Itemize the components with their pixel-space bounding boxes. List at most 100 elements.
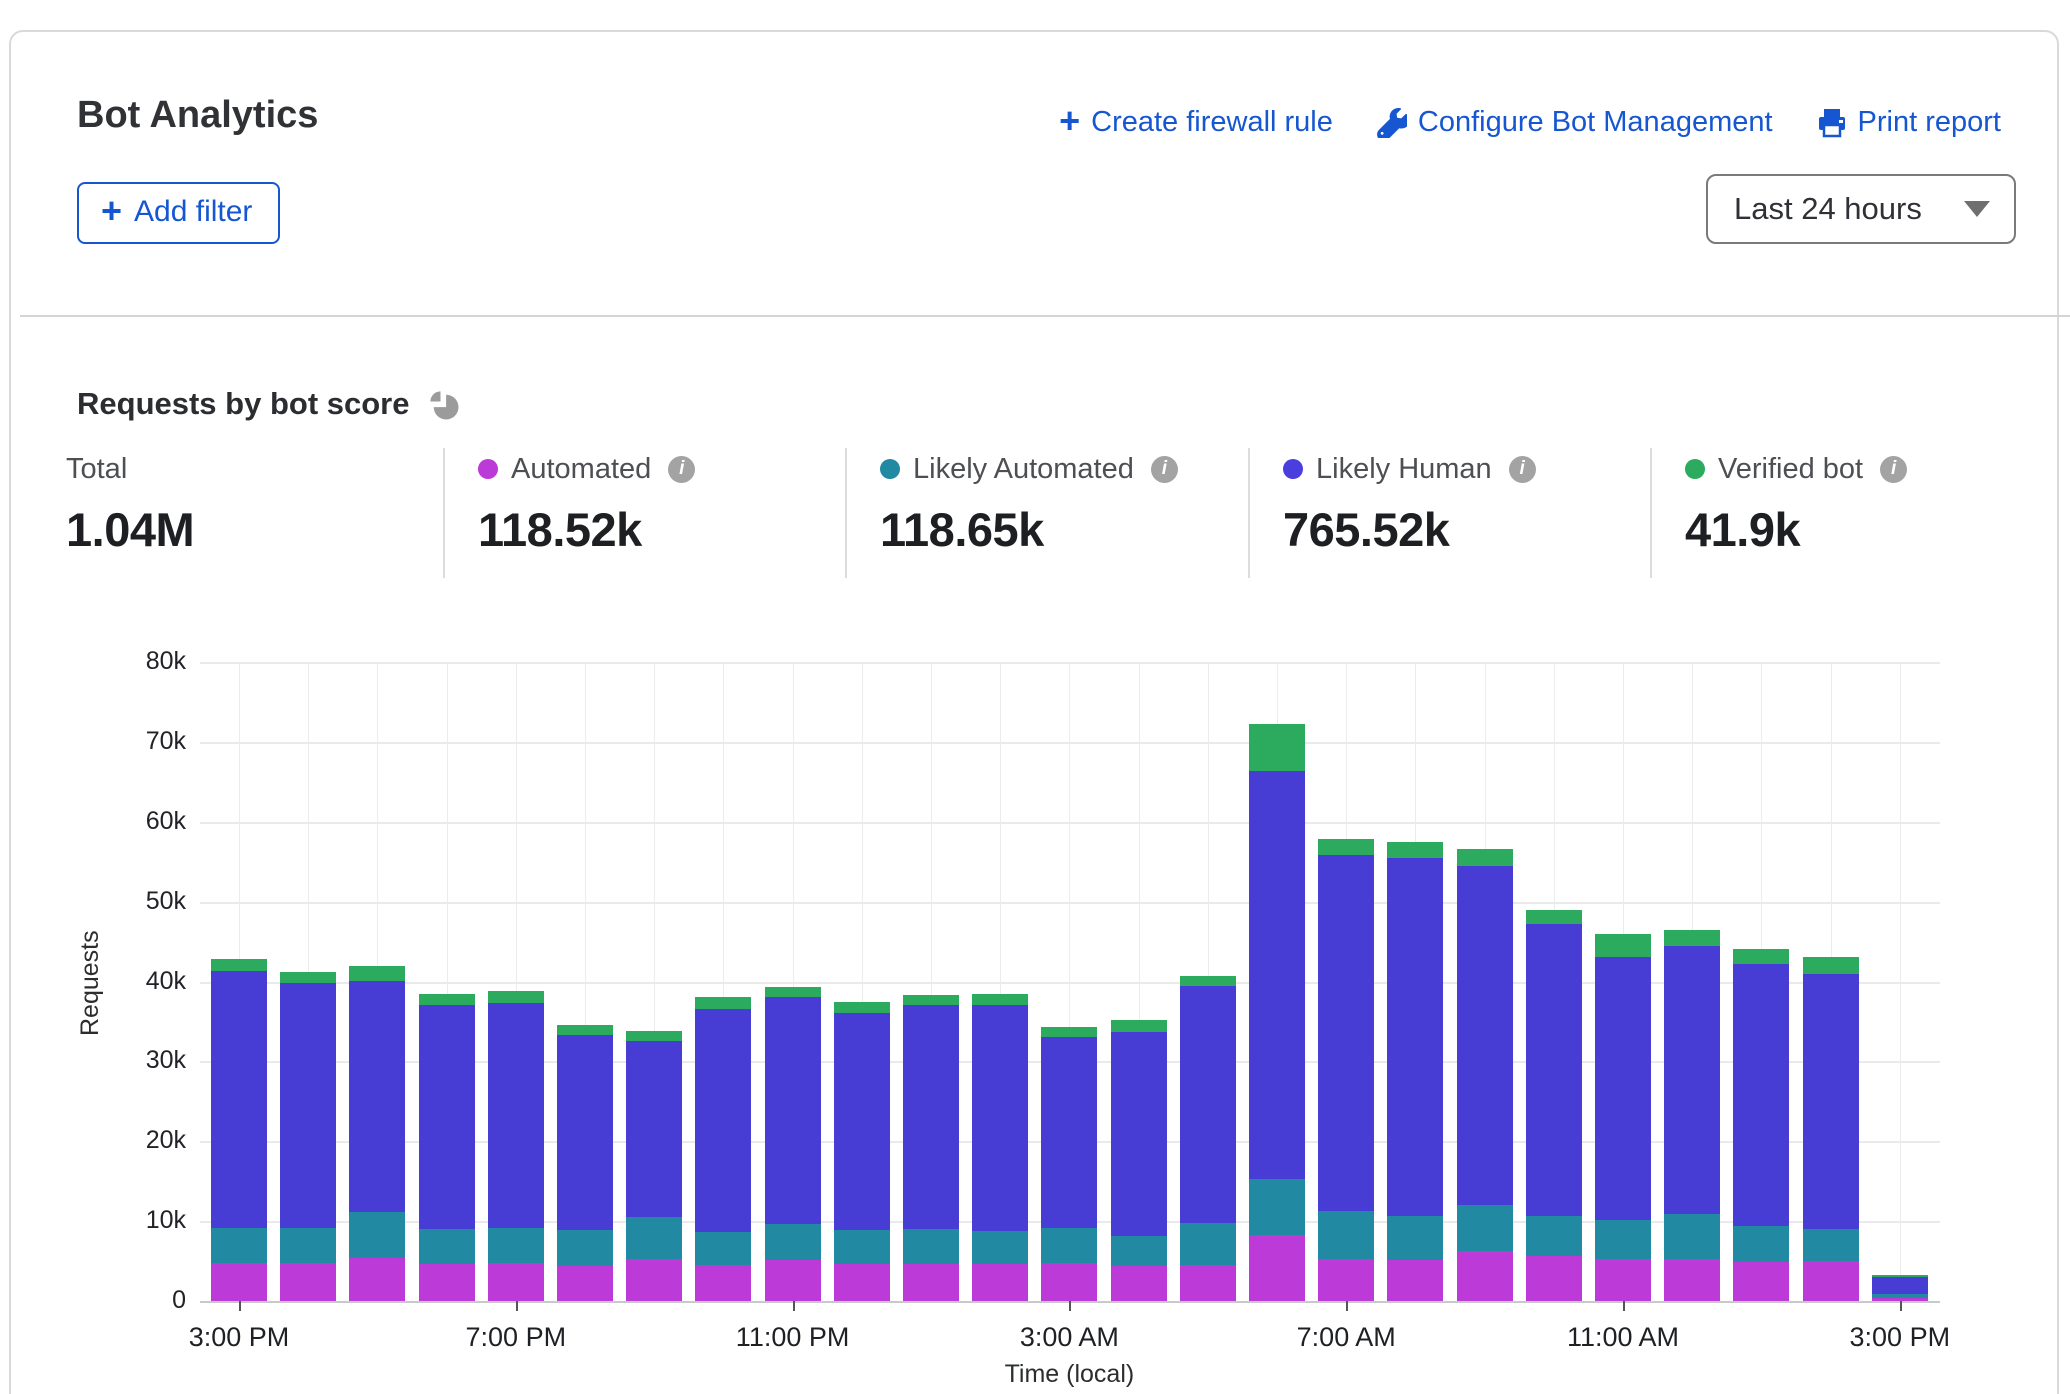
bar-10-00-pm[interactable] (695, 997, 751, 1301)
bar-segment-likely-human[interactable] (211, 971, 267, 1227)
bar-segment-automated[interactable] (1318, 1259, 1374, 1301)
bar-segment-verified-bot[interactable] (1733, 949, 1789, 964)
bar-segment-likely-human[interactable] (1526, 924, 1582, 1216)
info-icon[interactable]: i (668, 456, 695, 483)
bar-8-00-pm[interactable] (557, 1025, 613, 1301)
bar-segment-likely-human[interactable] (1803, 974, 1859, 1229)
bar-segment-likely-human[interactable] (1041, 1037, 1097, 1227)
bar-segment-likely-human[interactable] (1249, 771, 1305, 1179)
bar-5-00-pm[interactable] (349, 966, 405, 1301)
bar-segment-likely-human[interactable] (1457, 866, 1513, 1205)
bar-3-00-pm[interactable] (1872, 1275, 1928, 1301)
print-report-link[interactable]: Print report (1817, 106, 2001, 139)
bar-segment-automated[interactable] (419, 1264, 475, 1301)
bar-segment-likely-automated[interactable] (1803, 1229, 1859, 1261)
bar-5-00-am[interactable] (1180, 976, 1236, 1301)
bar-segment-likely-automated[interactable] (1249, 1179, 1305, 1235)
bar-segment-automated[interactable] (488, 1263, 544, 1301)
bar-segment-likely-human[interactable] (1595, 957, 1651, 1220)
bar-segment-verified-bot[interactable] (1111, 1020, 1167, 1032)
configure-bot-management-link[interactable]: Configure Bot Management (1377, 106, 1773, 139)
bar-2-00-pm[interactable] (1803, 957, 1859, 1301)
bar-12-00-am[interactable] (834, 1002, 890, 1301)
bar-6-00-am[interactable] (1249, 724, 1305, 1301)
bar-segment-automated[interactable] (557, 1266, 613, 1301)
bar-segment-likely-automated[interactable] (626, 1217, 682, 1259)
bar-segment-verified-bot[interactable] (1041, 1027, 1097, 1037)
bar-segment-verified-bot[interactable] (419, 994, 475, 1006)
bar-segment-likely-human[interactable] (1733, 964, 1789, 1226)
bar-segment-verified-bot[interactable] (557, 1025, 613, 1035)
bar-segment-likely-human[interactable] (1872, 1277, 1928, 1294)
bar-segment-likely-automated[interactable] (280, 1228, 336, 1263)
bar-1-00-am[interactable] (903, 995, 959, 1301)
bar-segment-likely-human[interactable] (1318, 855, 1374, 1211)
bar-segment-verified-bot[interactable] (1318, 839, 1374, 854)
info-icon[interactable]: i (1880, 456, 1907, 483)
bar-segment-verified-bot[interactable] (1387, 842, 1443, 858)
bar-segment-verified-bot[interactable] (1457, 849, 1513, 866)
bar-12-00-pm[interactable] (1664, 930, 1720, 1301)
bar-segment-likely-human[interactable] (280, 983, 336, 1227)
bar-segment-likely-automated[interactable] (1526, 1216, 1582, 1256)
bar-segment-automated[interactable] (765, 1260, 821, 1301)
bar-segment-verified-bot[interactable] (972, 994, 1028, 1004)
bar-segment-automated[interactable] (903, 1264, 959, 1301)
bar-segment-automated[interactable] (1041, 1263, 1097, 1301)
bar-segment-likely-automated[interactable] (695, 1232, 751, 1265)
bar-segment-likely-human[interactable] (834, 1013, 890, 1230)
bar-segment-automated[interactable] (626, 1259, 682, 1301)
bar-segment-automated[interactable] (1595, 1259, 1651, 1301)
bar-segment-verified-bot[interactable] (1249, 724, 1305, 770)
bar-segment-likely-automated[interactable] (1387, 1216, 1443, 1260)
bar-11-00-pm[interactable] (765, 987, 821, 1301)
bar-9-00-am[interactable] (1457, 849, 1513, 1301)
info-icon[interactable]: i (1151, 456, 1178, 483)
bar-segment-automated[interactable] (349, 1258, 405, 1301)
bar-segment-verified-bot[interactable] (488, 991, 544, 1003)
bar-11-00-am[interactable] (1595, 934, 1651, 1301)
bar-segment-likely-human[interactable] (1111, 1032, 1167, 1236)
bar-segment-likely-human[interactable] (626, 1041, 682, 1218)
bar-segment-likely-human[interactable] (1387, 858, 1443, 1217)
bar-segment-automated[interactable] (695, 1265, 751, 1301)
bar-segment-likely-automated[interactable] (557, 1230, 613, 1266)
bar-3-00-am[interactable] (1041, 1027, 1097, 1301)
bar-segment-automated[interactable] (1872, 1298, 1928, 1301)
bar-segment-likely-human[interactable] (1664, 946, 1720, 1214)
time-range-dropdown[interactable]: Last 24 hours (1706, 174, 2016, 244)
bar-segment-automated[interactable] (1180, 1265, 1236, 1301)
bar-segment-likely-automated[interactable] (419, 1229, 475, 1264)
create-firewall-rule-link[interactable]: + Create firewall rule (1059, 106, 1333, 139)
bar-segment-likely-automated[interactable] (834, 1230, 890, 1264)
bar-segment-automated[interactable] (280, 1263, 336, 1301)
bar-segment-likely-automated[interactable] (1041, 1228, 1097, 1263)
bar-segment-verified-bot[interactable] (834, 1002, 890, 1012)
bar-segment-verified-bot[interactable] (280, 972, 336, 983)
bar-segment-verified-bot[interactable] (903, 995, 959, 1005)
bar-segment-likely-automated[interactable] (903, 1229, 959, 1264)
bar-segment-verified-bot[interactable] (626, 1031, 682, 1041)
bar-segment-verified-bot[interactable] (1526, 910, 1582, 924)
bar-segment-likely-automated[interactable] (972, 1231, 1028, 1265)
bar-7-00-pm[interactable] (488, 991, 544, 1301)
bar-2-00-am[interactable] (972, 994, 1028, 1301)
bar-segment-automated[interactable] (1733, 1262, 1789, 1301)
bar-segment-likely-automated[interactable] (349, 1212, 405, 1258)
bar-1-00-pm[interactable] (1733, 949, 1789, 1301)
bar-segment-likely-human[interactable] (1180, 986, 1236, 1222)
bar-segment-automated[interactable] (1803, 1261, 1859, 1301)
bar-9-00-pm[interactable] (626, 1031, 682, 1301)
bar-segment-verified-bot[interactable] (211, 959, 267, 971)
bar-segment-verified-bot[interactable] (349, 966, 405, 980)
bar-segment-automated[interactable] (1249, 1235, 1305, 1301)
bar-3-00-pm[interactable] (211, 959, 267, 1301)
bar-segment-verified-bot[interactable] (1803, 957, 1859, 975)
bar-segment-likely-automated[interactable] (765, 1224, 821, 1260)
bar-segment-automated[interactable] (1526, 1256, 1582, 1301)
bar-segment-likely-human[interactable] (349, 981, 405, 1213)
bar-segment-likely-automated[interactable] (1318, 1211, 1374, 1259)
bar-4-00-am[interactable] (1111, 1020, 1167, 1301)
bar-segment-likely-human[interactable] (488, 1003, 544, 1227)
bar-segment-likely-human[interactable] (765, 997, 821, 1224)
